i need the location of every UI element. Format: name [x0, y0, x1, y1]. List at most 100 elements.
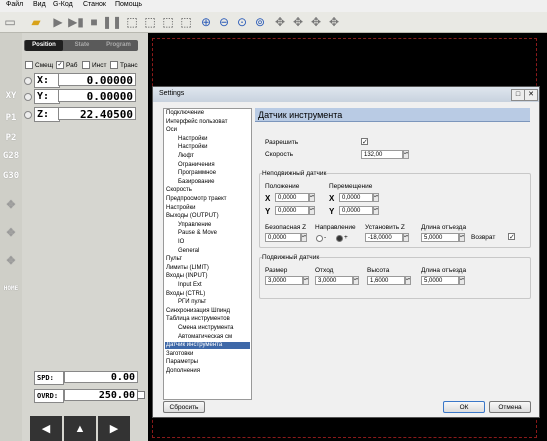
tree-item[interactable]: Заготовки: [166, 351, 193, 358]
retract2-input[interactable]: 5,0000: [421, 276, 459, 285]
offset-spinner[interactable]: ▴▾: [353, 276, 359, 285]
pos-y-input[interactable]: 0,0000: [275, 206, 309, 215]
home-icon[interactable]: ✥: [326, 14, 342, 30]
axis-value-y[interactable]: 0.00000: [58, 89, 136, 103]
tree-item[interactable]: Автоматическая см: [178, 334, 232, 341]
xy-icon[interactable]: XY: [2, 87, 20, 105]
tree-item[interactable]: Смена инструмента: [178, 325, 234, 332]
radio-y[interactable]: [24, 93, 32, 101]
tree-item[interactable]: Люфт: [178, 153, 194, 160]
tree-item[interactable]: Pause & Move: [178, 230, 217, 237]
retract-input[interactable]: 5,0000: [421, 233, 459, 242]
set-z-input[interactable]: -18,0000: [365, 233, 403, 242]
tree-item[interactable]: Выходы (OUTPUT): [166, 213, 219, 220]
tree-item[interactable]: Входы (INPUT): [166, 273, 208, 280]
view-top-icon[interactable]: ⬚: [142, 14, 158, 30]
set-z-spinner[interactable]: ▴▾: [403, 233, 409, 242]
view-3d-icon[interactable]: ⬚: [124, 14, 140, 30]
move-x-input[interactable]: 0,0000: [339, 193, 373, 202]
tree-item[interactable]: Синхронизация Шпинд: [166, 308, 230, 315]
home-side-icon[interactable]: HOME: [2, 279, 20, 297]
maximize-icon[interactable]: □: [511, 89, 525, 101]
height-input[interactable]: 1,6000: [367, 276, 405, 285]
zoom-in-icon[interactable]: ⊕: [198, 14, 214, 30]
dir-minus-radio[interactable]: [316, 235, 323, 242]
checkbox-tool[interactable]: Инст: [82, 61, 107, 69]
height-spinner[interactable]: ▴▾: [405, 276, 411, 285]
tree-item[interactable]: Оси: [166, 127, 177, 134]
checkbox-box[interactable]: [110, 61, 118, 69]
safe-z-input[interactable]: 0,0000: [265, 233, 301, 242]
jog-right-button[interactable]: ▶: [98, 416, 130, 441]
move-arrows-icon[interactable]: ✥: [2, 195, 20, 213]
radio-z[interactable]: [24, 111, 32, 119]
g28-icon[interactable]: G28: [2, 147, 20, 165]
pos-x-spinner[interactable]: ▴▾: [309, 193, 315, 202]
tree-item[interactable]: Лимиты (LIMIT): [166, 265, 209, 272]
checkbox-box[interactable]: [25, 61, 33, 69]
tree-item[interactable]: Пульт: [166, 256, 182, 263]
tree-item[interactable]: РГИ пульт: [178, 299, 206, 306]
move-z-icon[interactable]: ✥: [308, 14, 324, 30]
tree-item[interactable]: Управление: [178, 222, 211, 229]
zoom-all-icon[interactable]: ⊚: [252, 14, 268, 30]
tree-item[interactable]: Базирование: [178, 179, 214, 186]
menu-machine[interactable]: Станок: [83, 1, 106, 8]
ovrd-checkbox[interactable]: [137, 391, 145, 399]
tree-item[interactable]: Подключение: [166, 110, 204, 117]
move-x-spinner[interactable]: ▴▾: [373, 193, 379, 202]
tree-item[interactable]: Дополнения: [166, 368, 200, 375]
open-folder-icon[interactable]: ▰: [28, 14, 44, 30]
checkmark-icon[interactable]: ✓: [56, 61, 64, 69]
tree-item[interactable]: IO: [178, 239, 184, 246]
checkbox-box[interactable]: [82, 61, 90, 69]
tree-item[interactable]: Датчик инструмента: [165, 342, 250, 350]
retract-spinner[interactable]: ▴▾: [459, 233, 465, 242]
settings-tree[interactable]: Подключение Интерфейс пользоват Оси Настрой…: [163, 108, 252, 400]
move-icon[interactable]: ✥: [272, 14, 288, 30]
radio-x[interactable]: [24, 77, 32, 85]
tab-position[interactable]: Position: [25, 40, 63, 51]
close-icon[interactable]: ✕: [524, 89, 538, 101]
tree-item[interactable]: Настройки: [178, 144, 207, 151]
checkbox-trans[interactable]: Транс: [110, 61, 138, 69]
ok-button[interactable]: ОК: [443, 401, 485, 413]
stop-icon[interactable]: ■: [86, 14, 102, 30]
play-icon[interactable]: ▶: [50, 14, 66, 30]
menu-help[interactable]: Помощь: [115, 1, 142, 8]
pause-icon[interactable]: ❚❚: [102, 14, 122, 30]
jog-up-button[interactable]: ▲: [64, 416, 96, 441]
tree-item[interactable]: Программное: [178, 170, 216, 177]
zoom-out-icon[interactable]: ⊖: [216, 14, 232, 30]
enable-checkbox[interactable]: ✓: [361, 138, 368, 146]
tab-program[interactable]: Program: [100, 40, 137, 51]
tree-item[interactable]: Настройки: [178, 136, 207, 143]
tree-item[interactable]: Настройки: [166, 205, 195, 212]
size-spinner[interactable]: ▴▾: [303, 276, 309, 285]
view-front-icon[interactable]: ⬚: [160, 14, 176, 30]
move-xy-icon[interactable]: ✥: [290, 14, 306, 30]
tree-item[interactable]: Таблица инструментов: [166, 316, 230, 323]
view-side-icon[interactable]: ⬚: [178, 14, 194, 30]
dir-plus-radio[interactable]: [336, 235, 343, 242]
menu-file[interactable]: Файл: [6, 1, 23, 8]
cancel-button[interactable]: Отмена: [489, 401, 531, 413]
speed-spinner[interactable]: ▴▾: [403, 150, 409, 159]
return-checkbox[interactable]: ✓: [508, 233, 515, 241]
retract2-spinner[interactable]: ▴▾: [459, 276, 465, 285]
checkbox-offset[interactable]: Смещ: [25, 61, 53, 69]
tree-item[interactable]: Скорость: [166, 187, 192, 194]
tree-item[interactable]: General: [178, 248, 199, 255]
p2-icon[interactable]: P2: [2, 129, 20, 147]
jog-left-button[interactable]: ◀: [30, 416, 62, 441]
dialog-title-bar[interactable]: Settings □ ✕: [153, 87, 539, 102]
speed-input[interactable]: 132,00: [361, 150, 403, 159]
tree-item[interactable]: Предпросмотр траект: [166, 196, 227, 203]
zoom-fit-icon[interactable]: ⊙: [234, 14, 250, 30]
p1-icon[interactable]: P1: [2, 109, 20, 127]
menu-gcode[interactable]: G-Код: [53, 1, 73, 8]
tree-item[interactable]: Входы (CTRL): [166, 291, 205, 298]
tree-item[interactable]: Интерфейс пользоват: [166, 119, 227, 126]
move-y-input[interactable]: 0,0000: [339, 206, 373, 215]
move-arrows-3-icon[interactable]: ✥: [2, 251, 20, 269]
